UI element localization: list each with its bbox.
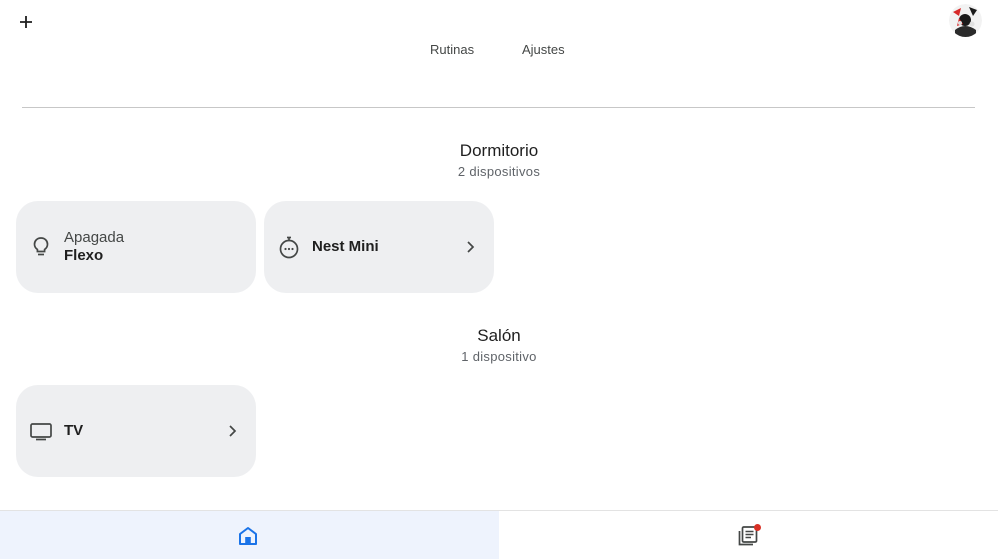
device-name: TV bbox=[64, 422, 84, 439]
device-name: Nest Mini bbox=[312, 238, 379, 255]
speaker-icon bbox=[278, 235, 300, 259]
bottom-navigation bbox=[0, 510, 998, 559]
device-status: Apagada bbox=[64, 229, 125, 246]
add-button[interactable] bbox=[14, 10, 38, 34]
plus-icon bbox=[20, 16, 32, 28]
notification-badge bbox=[754, 524, 761, 531]
tab-ajustes[interactable]: Ajustes bbox=[522, 40, 565, 60]
room-device-count-salon: 1 dispositivo bbox=[461, 349, 537, 364]
home-screen: Rutinas Ajustes Dormitorio 2 dispositivo… bbox=[0, 0, 998, 559]
room-title-salon: Salón bbox=[477, 326, 521, 345]
top-tabs: Rutinas Ajustes bbox=[0, 40, 998, 60]
device-name: Flexo bbox=[64, 247, 104, 264]
chevron-right-icon bbox=[467, 241, 475, 253]
chevron-right-icon bbox=[229, 425, 237, 437]
home-icon bbox=[239, 527, 257, 545]
tab-rutinas[interactable]: Rutinas bbox=[430, 40, 474, 60]
device-tile-flexo[interactable]: Apagada Flexo bbox=[16, 201, 256, 293]
room-title-dormitorio: Dormitorio bbox=[459, 141, 539, 160]
avatar[interactable] bbox=[949, 4, 982, 37]
device-tile-nest-mini[interactable]: Nest Mini bbox=[264, 201, 494, 293]
profile-avatar bbox=[949, 4, 982, 37]
tv-icon bbox=[28, 419, 54, 443]
nav-feed[interactable] bbox=[499, 511, 998, 559]
device-tile-tv[interactable]: TV bbox=[16, 385, 256, 477]
divider bbox=[22, 107, 975, 108]
nav-home[interactable] bbox=[0, 511, 499, 559]
room-device-count-dormitorio: 2 dispositivos bbox=[457, 164, 541, 179]
lightbulb-icon bbox=[30, 235, 52, 259]
